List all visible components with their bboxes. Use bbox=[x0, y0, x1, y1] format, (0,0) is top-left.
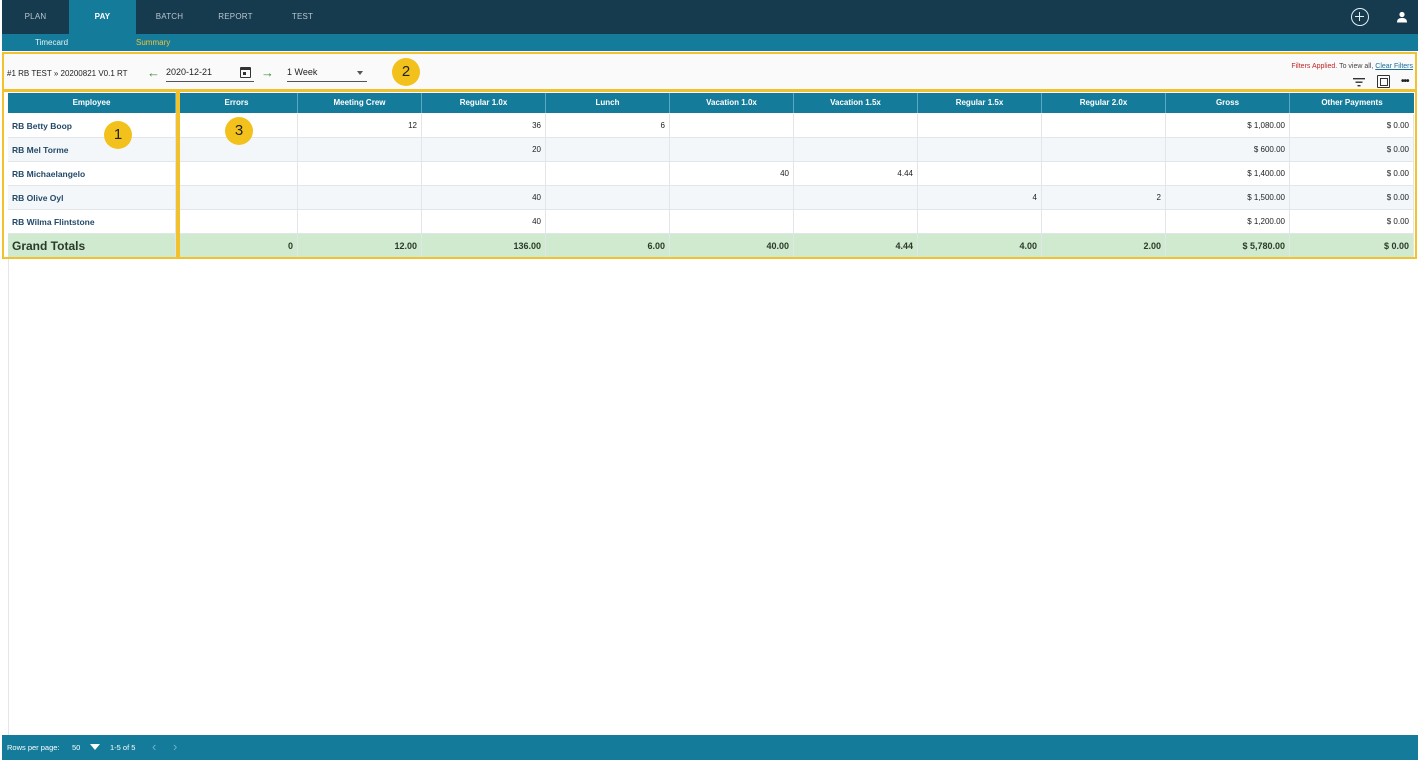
tab-test[interactable]: TEST bbox=[269, 0, 336, 34]
project-breadcrumb: #1 RB TEST » 20200821 V0.1 RT bbox=[7, 69, 128, 78]
subtab-timecard[interactable]: Timecard bbox=[35, 34, 68, 51]
chevron-down-icon[interactable] bbox=[90, 744, 100, 750]
person-icon[interactable] bbox=[1396, 11, 1408, 23]
rows-per-page-select[interactable]: 50 bbox=[72, 735, 80, 760]
chevron-down-icon bbox=[357, 71, 363, 75]
top-nav: PLAN PAY BATCH REPORT TEST bbox=[2, 0, 1418, 34]
date-value: 2020-12-21 bbox=[166, 67, 213, 77]
prev-date-arrow-icon[interactable]: ← bbox=[147, 65, 160, 80]
tab-report[interactable]: REPORT bbox=[202, 0, 269, 34]
highlight-employee-column bbox=[2, 90, 178, 259]
annotation-badge-3: 3 bbox=[225, 117, 253, 145]
pagination-bar: Rows per page: 50 1-5 of 5 ‹ › bbox=[2, 735, 1418, 760]
calendar-icon[interactable] bbox=[240, 67, 251, 78]
filter-icon[interactable] bbox=[1353, 77, 1365, 87]
clear-filters-link[interactable]: Clear Filters bbox=[1375, 63, 1413, 70]
app-window: PLAN PAY BATCH REPORT TEST Timecard Summ… bbox=[2, 0, 1418, 760]
plus-circle-icon[interactable] bbox=[1351, 8, 1369, 26]
filters-hint-text: To view all, bbox=[1337, 63, 1376, 70]
export-icon[interactable] bbox=[1377, 75, 1390, 88]
next-page-icon[interactable]: › bbox=[173, 739, 177, 754]
sub-nav: Timecard Summary bbox=[2, 34, 1418, 51]
tab-plan[interactable]: PLAN bbox=[2, 0, 69, 34]
annotation-badge-1: 1 bbox=[104, 121, 132, 149]
date-input[interactable]: 2020-12-21 bbox=[166, 67, 254, 82]
period-value: 1 Week bbox=[287, 67, 318, 77]
prev-page-icon[interactable]: ‹ bbox=[152, 739, 156, 754]
annotation-badge-2: 2 bbox=[392, 58, 420, 86]
page-range: 1-5 of 5 bbox=[110, 743, 136, 752]
period-select[interactable]: 1 Week bbox=[287, 67, 367, 82]
rows-per-page-label: Rows per page: bbox=[7, 743, 60, 752]
filters-applied-text: Filters Applied. bbox=[1291, 63, 1338, 70]
more-icon[interactable]: ••• bbox=[1401, 76, 1409, 87]
tab-batch[interactable]: BATCH bbox=[136, 0, 203, 34]
filter-toolbar: #1 RB TEST » 20200821 V0.1 RT ← 2020-12-… bbox=[2, 52, 1417, 91]
highlight-data-columns bbox=[178, 90, 1417, 259]
next-date-arrow-icon[interactable]: → bbox=[261, 65, 274, 80]
filters-notice: Filters Applied. To view all, Clear Filt… bbox=[1291, 63, 1413, 70]
divider bbox=[8, 259, 9, 735]
tab-pay[interactable]: PAY bbox=[69, 0, 136, 34]
subtab-summary[interactable]: Summary bbox=[136, 34, 170, 51]
